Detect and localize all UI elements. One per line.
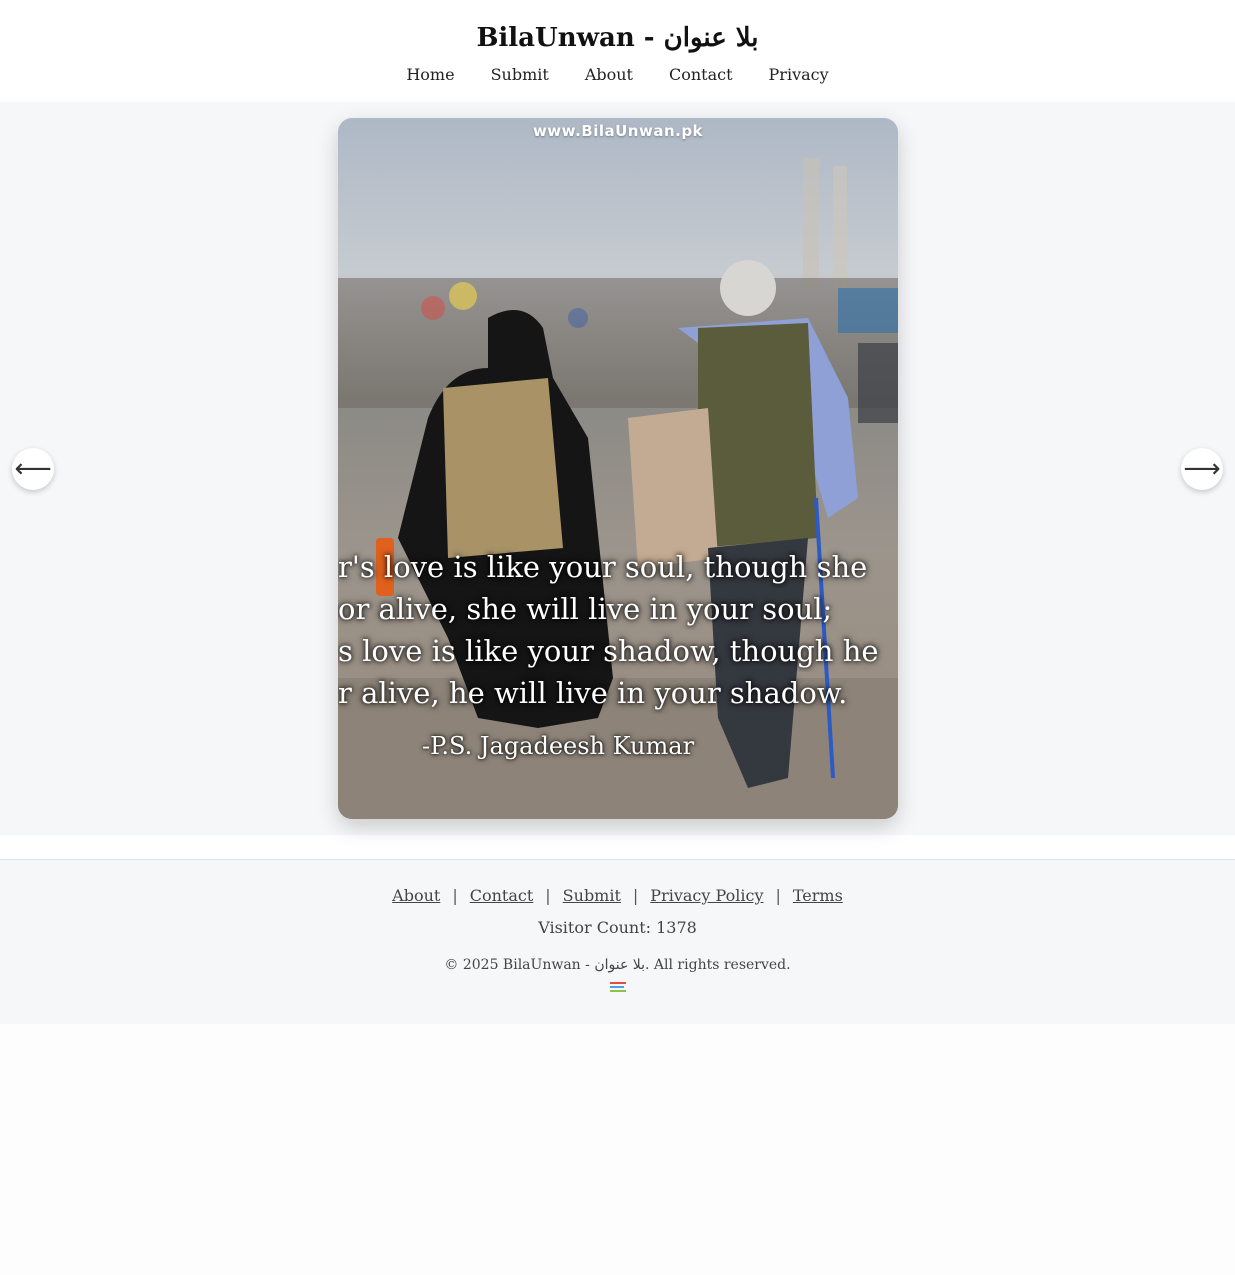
slideshow-stage: ⟵ www.BilaUnwan.pk r's love is like your… <box>0 102 1235 835</box>
footer-separator: | <box>632 886 639 905</box>
footer-link-contact[interactable]: Contact <box>470 886 534 905</box>
footer-separator: | <box>452 886 458 905</box>
quote-line: s love is like your shadow, though he <box>338 634 879 668</box>
visitor-count: Visitor Count: 1378 <box>538 918 697 937</box>
next-slide-button[interactable]: ⟶ <box>1181 448 1223 490</box>
site-footer: About | Contact | Submit | Privacy Policy | Term… <box>0 859 1235 1024</box>
nav-link-about[interactable]: About <box>585 64 633 86</box>
quote-text: r's love is like your soul, though she o… <box>338 546 898 714</box>
nav-link-submit[interactable]: Submit <box>491 64 549 86</box>
copyright: © 2025 BilaUnwan - بلا عنوان. All rights… <box>444 957 791 973</box>
footer-link-terms[interactable]: Terms <box>793 886 843 905</box>
footer-separator: | <box>545 886 551 905</box>
nav-link-contact[interactable]: Contact <box>669 64 733 86</box>
previous-slide-button[interactable]: ⟵ <box>12 448 54 490</box>
footer-link-privacy-policy[interactable]: Privacy Policy <box>650 886 763 905</box>
footer-links: About | Contact | Submit | Privacy Policy | Term… <box>0 886 1235 906</box>
quote-line: r alive, he will live in your shadow. <box>338 676 848 710</box>
nav-link-privacy[interactable]: Privacy <box>769 64 829 86</box>
site-title: BilaUnwan - بلا عنوان <box>476 23 759 53</box>
footer-link-about[interactable]: About <box>392 886 440 905</box>
site-logo-icon <box>608 981 628 995</box>
watermark-text: www.BilaUnwan.pk <box>532 122 704 140</box>
nav-link-home[interactable]: Home <box>406 64 454 86</box>
footer-link-submit[interactable]: Submit <box>563 886 621 905</box>
quote-image: www.BilaUnwan.pk r's love is like your s… <box>338 118 898 819</box>
quote-line: r's love is like your soul, though she <box>338 550 868 584</box>
quote-line: or alive, she will live in your soul; <box>338 592 833 626</box>
footer-separator: | <box>775 886 781 905</box>
site-header: BilaUnwan - بلا عنوان Home Submit About … <box>0 0 1235 102</box>
spacer <box>0 835 1235 859</box>
top-nav: Home Submit About Contact Privacy <box>0 64 1235 86</box>
quote-author: -P.S. Jagadeesh Kumar <box>422 732 695 760</box>
